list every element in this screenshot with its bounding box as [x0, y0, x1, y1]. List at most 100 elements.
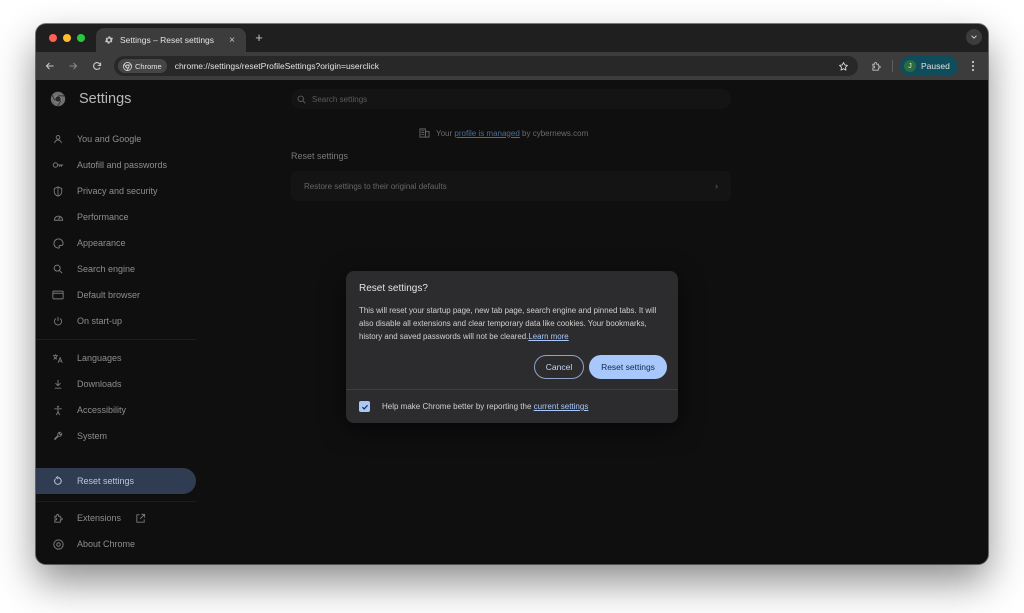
sidebar-item-default-browser[interactable]: Default browser: [36, 282, 196, 308]
tab-strip: Settings – Reset settings × +: [36, 24, 988, 52]
sidebar-item-label: Search engine: [77, 264, 136, 274]
sidebar-item-you-and-google[interactable]: You and Google: [36, 126, 196, 152]
sidebar-divider: [36, 339, 196, 340]
sidebar-item-label: Languages: [77, 353, 122, 363]
back-button[interactable]: [42, 58, 58, 74]
sidebar-item-accessibility[interactable]: Accessibility: [36, 397, 196, 423]
page-title: Settings: [79, 91, 132, 107]
maximize-window-button[interactable]: [77, 34, 85, 42]
tab-search-button[interactable]: [966, 29, 982, 45]
sidebar-item-label: Appearance: [77, 238, 126, 248]
chrome-logo-icon: [123, 61, 132, 71]
sidebar-item-languages[interactable]: Languages: [36, 345, 196, 371]
bookmark-star-button[interactable]: [836, 59, 850, 73]
sidebar-item-reset-settings[interactable]: Reset settings: [36, 468, 196, 494]
speedometer-icon: [52, 211, 64, 223]
browser-window-icon: [52, 289, 64, 301]
search-placeholder: Search settings: [312, 94, 368, 104]
checkbox-label: Help make Chrome better by reporting the…: [382, 402, 588, 411]
chrome-logo-icon: [50, 91, 66, 107]
sidebar-item-label: Performance: [77, 212, 129, 222]
browser-menu-button[interactable]: [966, 58, 980, 74]
search-icon: [297, 95, 306, 104]
sidebar-item-label: Accessibility: [77, 405, 127, 415]
url-text: chrome://settings/resetProfileSettings?o…: [174, 61, 380, 71]
tab-title: Settings – Reset settings: [120, 35, 215, 45]
managed-notice: Your profile is managed by cybernews.com: [419, 128, 588, 138]
power-icon: [52, 315, 64, 327]
settings-page: Settings Search settings You and Google …: [36, 80, 988, 564]
reset-settings-dialog: Reset settings? This will reset your sta…: [346, 271, 678, 423]
translate-icon: [52, 352, 64, 364]
sidebar-item-label: Privacy and security: [77, 186, 158, 196]
chrome-icon: [52, 538, 64, 550]
dialog-title: Reset settings?: [359, 283, 428, 294]
sidebar-item-downloads[interactable]: Downloads: [36, 371, 196, 397]
restore-defaults-row[interactable]: Restore settings to their original defau…: [291, 171, 731, 201]
new-tab-button[interactable]: +: [252, 30, 266, 45]
checkbox-label-text: Help make Chrome better by reporting the: [382, 402, 532, 411]
sidebar-item-appearance[interactable]: Appearance: [36, 230, 196, 256]
building-icon: [419, 128, 430, 138]
sidebar-item-label: Autofill and passwords: [77, 160, 168, 170]
sidebar-item-label: On start-up: [77, 316, 123, 326]
accessibility-icon: [52, 404, 64, 416]
profile-status: Paused: [921, 61, 950, 71]
sidebar-item-label: System: [77, 431, 108, 441]
checkmark-icon: [361, 403, 369, 411]
reset-settings-button[interactable]: Reset settings: [589, 355, 667, 379]
search-icon: [52, 263, 64, 275]
wrench-icon: [52, 430, 64, 442]
tab-close-button[interactable]: ×: [226, 35, 238, 46]
sidebar-item-label: You and Google: [77, 134, 142, 144]
learn-more-link[interactable]: Learn more: [528, 332, 568, 341]
current-settings-link[interactable]: current settings: [534, 402, 589, 411]
toolbar: Chrome chrome://settings/resetProfileSet…: [36, 52, 988, 80]
reload-button[interactable]: [89, 58, 105, 74]
extensions-button[interactable]: [868, 58, 884, 74]
sidebar-item-privacy[interactable]: Privacy and security: [36, 178, 196, 204]
dialog-body: This will reset your startup page, new t…: [359, 304, 665, 343]
section-title: Reset settings: [291, 151, 349, 161]
address-bar[interactable]: Chrome chrome://settings/resetProfileSet…: [114, 56, 858, 76]
cancel-button[interactable]: Cancel: [534, 355, 584, 379]
close-window-button[interactable]: [49, 34, 57, 42]
puzzle-icon: [871, 61, 882, 72]
sidebar-item-on-startup[interactable]: On start-up: [36, 308, 196, 334]
sidebar-item-system[interactable]: System: [36, 423, 196, 449]
tab-settings[interactable]: Settings – Reset settings ×: [96, 28, 246, 52]
arrow-left-icon: [45, 61, 55, 71]
sidebar-item-performance[interactable]: Performance: [36, 204, 196, 230]
managed-prefix: Your: [436, 128, 453, 138]
sidebar-item-label: Downloads: [77, 379, 122, 389]
report-settings-checkbox[interactable]: [359, 401, 370, 412]
avatar: J: [904, 60, 916, 72]
gear-icon: [104, 35, 114, 45]
reset-icon: [52, 475, 64, 487]
search-settings-input[interactable]: Search settings: [291, 89, 731, 109]
forward-button[interactable]: [65, 58, 81, 74]
browser-window: Settings – Reset settings × + Chrome chr…: [36, 24, 988, 564]
sidebar-item-label: Reset settings: [77, 476, 135, 486]
sidebar-item-search-engine[interactable]: Search engine: [36, 256, 196, 282]
sidebar-item-about-chrome[interactable]: About Chrome: [36, 531, 196, 557]
sidebar-item-label: Default browser: [77, 290, 141, 300]
sidebar-item-extensions[interactable]: Extensions: [36, 505, 196, 531]
palette-icon: [52, 237, 64, 249]
profile-managed-link[interactable]: profile is managed: [454, 129, 519, 138]
reload-icon: [92, 61, 102, 71]
star-icon: [838, 61, 849, 72]
site-chip-label: Chrome: [135, 61, 162, 71]
sidebar-item-label: Extensions: [77, 513, 122, 523]
toolbar-divider: [892, 60, 893, 72]
external-link-icon: [135, 513, 146, 524]
site-info-chip[interactable]: Chrome: [118, 59, 167, 73]
managed-suffix: by cybernews.com: [522, 128, 589, 138]
restore-defaults-label: Restore settings to their original defau…: [304, 181, 447, 191]
minimize-window-button[interactable]: [63, 34, 71, 42]
profile-button[interactable]: J Paused: [900, 56, 958, 76]
kebab-menu-icon: [971, 60, 975, 72]
dialog-divider: [346, 389, 678, 390]
shield-icon: [52, 185, 64, 197]
sidebar-item-autofill[interactable]: Autofill and passwords: [36, 152, 196, 178]
